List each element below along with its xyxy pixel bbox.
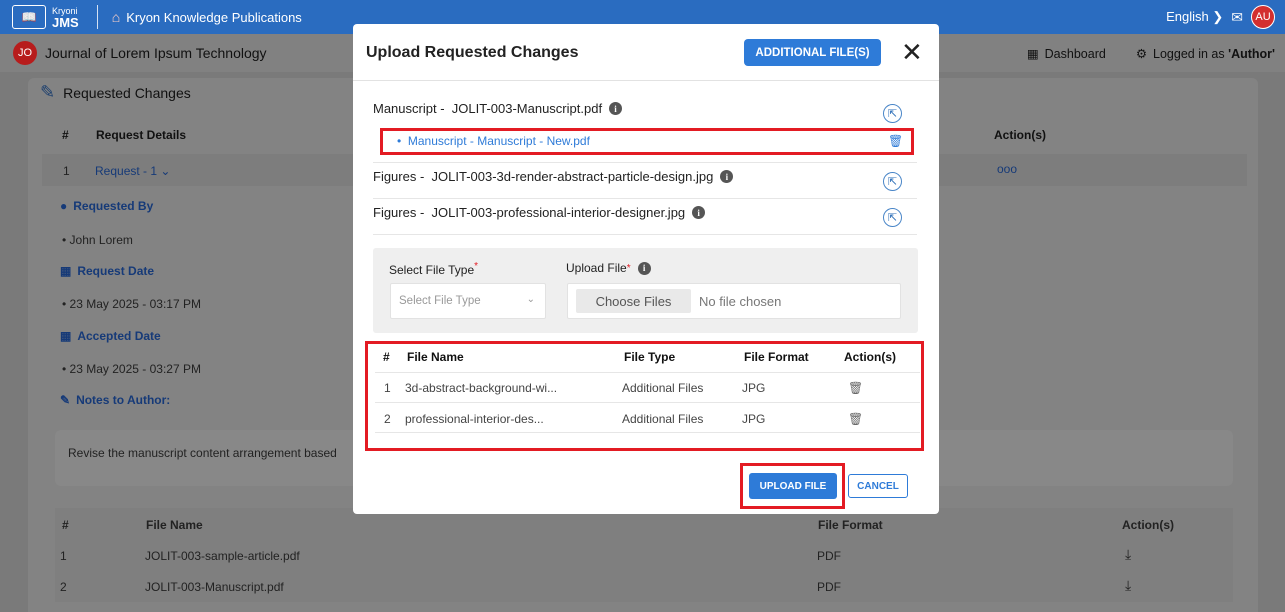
user-avatar[interactable]: AU — [1251, 5, 1275, 29]
divider — [373, 234, 917, 235]
chevron-down-icon: ⌄ — [160, 164, 171, 178]
journal-title: Journal of Lorem Ipsum Technology — [45, 45, 267, 61]
book-logo-icon: 📖 — [12, 5, 46, 29]
accepted-date-value: • 23 May 2025 - 03:27 PM — [62, 362, 201, 376]
notes-text: Revise the manuscript content arrangemen… — [68, 446, 337, 460]
dashboard-link[interactable]: ▦ Dashboard — [1027, 46, 1106, 61]
upload-modal: Upload Requested Changes ADDITIONAL FILE… — [353, 24, 939, 514]
download-icon[interactable]: ⤓ — [1125, 546, 1131, 563]
upload-file-icon[interactable]: ⇱ — [883, 208, 902, 227]
file-row-figure-1: Figures - JOLIT-003-3d-render-abstract-p… — [373, 169, 734, 184]
col-file-name: File Name — [407, 350, 464, 364]
info-icon[interactable]: i — [720, 170, 734, 183]
file-input[interactable]: Choose Files No file chosen — [567, 283, 901, 319]
files-col-name: File Name — [146, 518, 203, 532]
upload-file-button[interactable]: UPLOAD FILE — [749, 473, 837, 499]
file-name: 3d-abstract-background-wi... — [405, 381, 558, 395]
logged-in-status: ⚙ Logged in as 'Author' — [1135, 46, 1275, 61]
file-name: professional-interior-des... — [405, 412, 544, 426]
files-col-actions: Action(s) — [1122, 518, 1174, 532]
accepted-date-label: ▦ Accepted Date — [60, 329, 161, 343]
table-row: 2 — [384, 412, 391, 426]
brand-name: JMS — [52, 14, 79, 30]
file-type-select[interactable]: Select File Type ⌄ — [390, 283, 546, 319]
info-icon[interactable]: i — [692, 206, 706, 219]
brand[interactable]: 📖 Kryoni JMS — [12, 5, 79, 29]
mail-icon[interactable]: ✉ — [1231, 9, 1243, 26]
trash-icon[interactable]: 🗑 — [888, 134, 903, 148]
journal-avatar: JO — [13, 41, 37, 65]
table-row: 1 — [60, 549, 67, 563]
file-format: JPG — [742, 381, 766, 395]
modal-title: Upload Requested Changes — [366, 44, 579, 61]
col-actions: Action(s) — [844, 350, 896, 364]
new-file-link[interactable]: • Manuscript - Manuscript - New.pdf — [397, 134, 590, 148]
calendar-icon: ▦ — [60, 264, 72, 278]
section-header: ✎ Requested Changes — [40, 82, 191, 103]
chevron-down-icon: ⌄ — [526, 294, 535, 305]
cancel-button[interactable]: CANCEL — [848, 474, 908, 498]
request-toggle[interactable]: Request - 1 ⌄ — [95, 164, 170, 178]
col-hash: # — [62, 128, 69, 142]
brand-small: Kryoni — [52, 5, 78, 16]
request-date-value: • 23 May 2025 - 03:17 PM — [62, 297, 201, 311]
file-row-manuscript: Manuscript - JOLIT-003-Manuscript.pdf i — [373, 101, 623, 116]
requested-by-label: ● Requested By — [60, 199, 154, 213]
table-row: 1 — [384, 381, 391, 395]
files-col-format: File Format — [818, 518, 883, 532]
file-format: PDF — [817, 549, 841, 563]
col-actions: Action(s) — [994, 128, 1046, 142]
file-type-label: Select File Type* — [389, 261, 479, 277]
section-title: Requested Changes — [63, 84, 191, 101]
divider — [375, 432, 920, 433]
file-type: Additional Files — [622, 381, 704, 395]
requested-by-value: • John Lorem — [62, 233, 133, 247]
request-date-label: ▦ Request Date — [60, 264, 155, 278]
close-icon[interactable]: ✕ — [901, 39, 923, 65]
files-col-hash: # — [62, 518, 69, 532]
divider — [373, 198, 917, 199]
language-selector[interactable]: English ❯ — [1166, 9, 1223, 25]
more-actions-icon[interactable]: ooo — [997, 162, 1017, 176]
col-file-format: File Format — [744, 350, 809, 364]
home-icon: ⌂ — [111, 9, 121, 25]
col-file-type: File Type — [624, 350, 676, 364]
brand-divider — [96, 5, 98, 29]
trash-icon[interactable]: 🗑 — [848, 381, 863, 395]
publication-link[interactable]: ⌂ Kryon Knowledge Publications — [112, 9, 302, 25]
edit-document-icon: ✎ — [40, 82, 56, 102]
notes-label: ✎ Notes to Author: — [60, 393, 171, 407]
trash-icon[interactable]: 🗑 — [848, 412, 863, 426]
grid-icon: ▦ — [1026, 46, 1039, 61]
download-icon[interactable]: ⤓ — [1125, 577, 1131, 594]
pencil-icon: ✎ — [60, 393, 71, 407]
divider — [375, 402, 920, 403]
file-type: Additional Files — [622, 412, 704, 426]
additional-files-button[interactable]: ADDITIONAL FILE(S) — [744, 39, 881, 66]
calendar-icon: ▦ — [60, 329, 72, 343]
table-row: 2 — [60, 580, 67, 594]
upload-file-icon[interactable]: ⇱ — [883, 104, 902, 123]
divider — [375, 372, 920, 373]
upload-file-icon[interactable]: ⇱ — [883, 172, 902, 191]
choose-files-button[interactable]: Choose Files — [576, 289, 691, 313]
file-format: PDF — [817, 580, 841, 594]
col-request-details: Request Details — [96, 128, 187, 142]
person-icon: ● — [60, 199, 68, 213]
upload-file-label: Upload File * i — [566, 261, 651, 275]
file-name: JOLIT-003-sample-article.pdf — [145, 549, 300, 563]
user-switch-icon: ⚙ — [1135, 46, 1148, 61]
col-hash: # — [383, 350, 390, 364]
file-row-figure-2: Figures - JOLIT-003-professional-interio… — [373, 205, 706, 220]
modal-divider — [353, 80, 939, 81]
info-icon[interactable]: i — [637, 261, 651, 275]
publication-name: Kryon Knowledge Publications — [126, 9, 302, 25]
no-file-text: No file chosen — [699, 294, 782, 309]
file-name: JOLIT-003-Manuscript.pdf — [145, 580, 284, 594]
divider — [373, 162, 917, 163]
info-icon[interactable]: i — [609, 102, 623, 115]
row-number: 1 — [63, 164, 70, 178]
file-format: JPG — [742, 412, 766, 426]
